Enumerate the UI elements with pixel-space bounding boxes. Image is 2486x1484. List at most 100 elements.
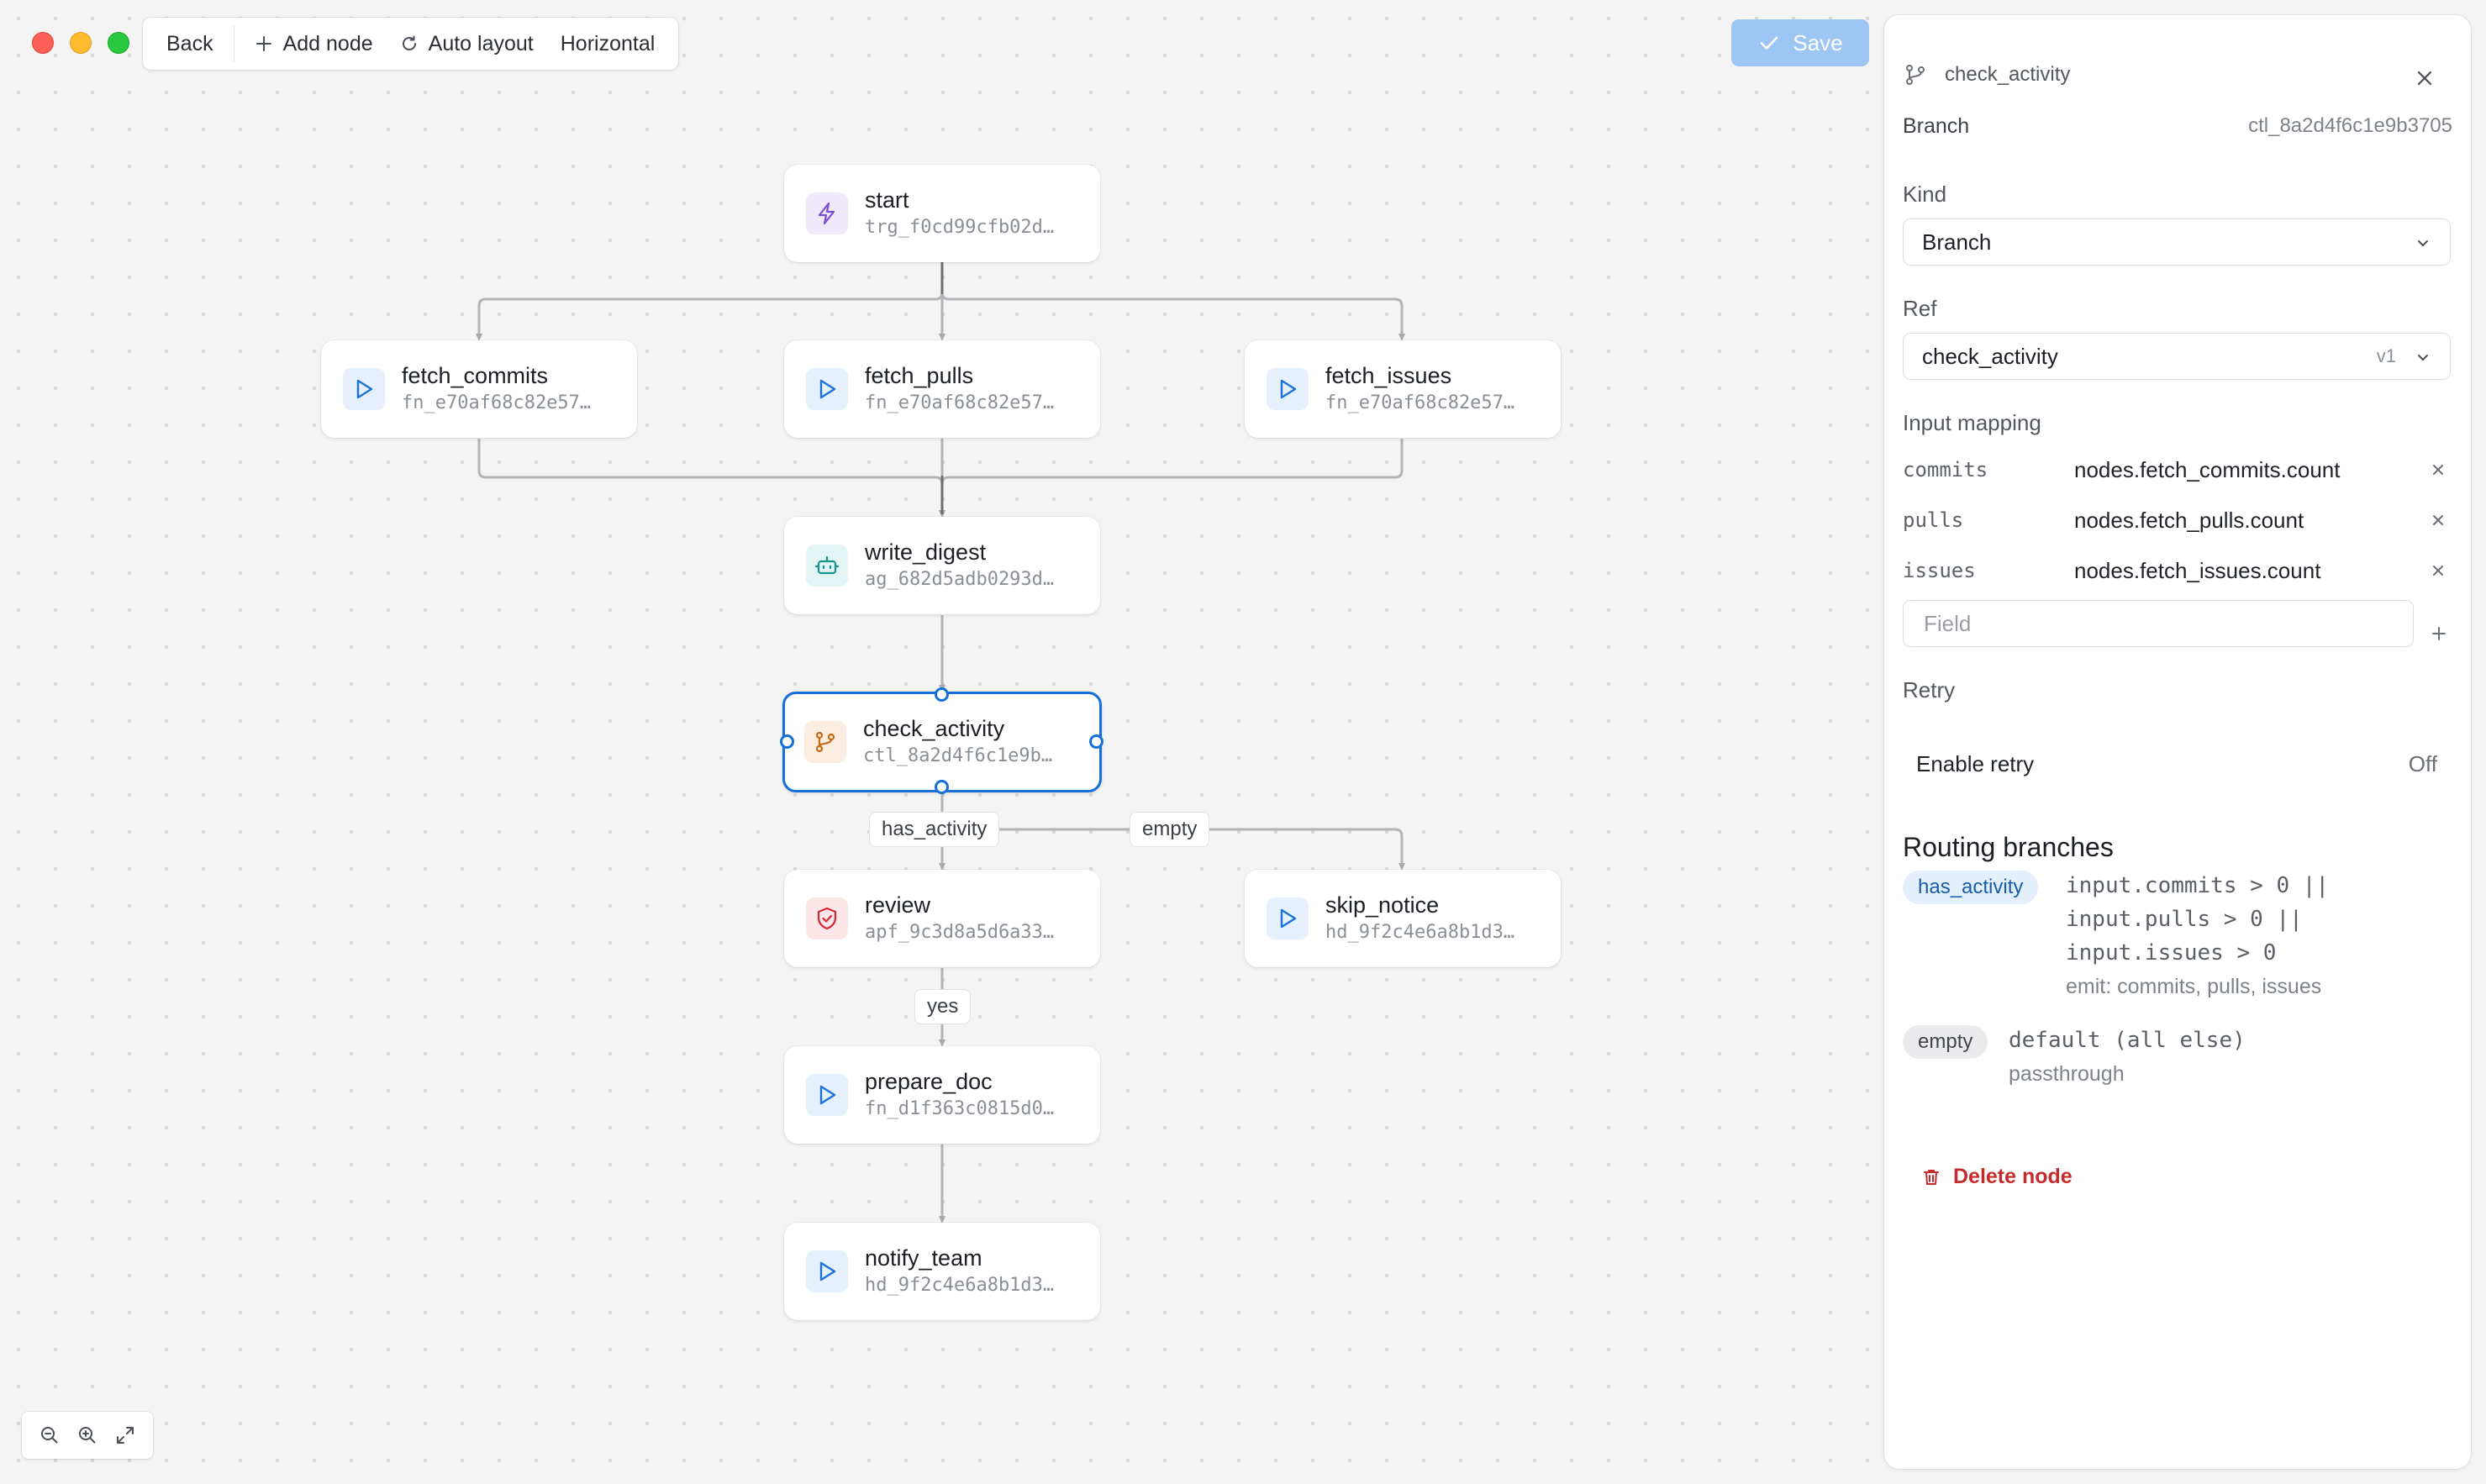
node-id: fn_e70af68c82e57… — [1325, 392, 1515, 413]
mapping-key: commits — [1903, 458, 1988, 482]
edge-label-text: empty — [1142, 818, 1198, 840]
ref-select[interactable]: check_activity v1 — [1903, 333, 2451, 380]
node-ref-id: ctl_8a2d4f6c1e9b3705 — [2248, 114, 2452, 137]
node-start[interactable]: start trg_f0cd99cfb02d… — [784, 165, 1100, 262]
branch-chip-has-activity[interactable]: has_activity — [1903, 871, 2039, 904]
chevron-down-icon — [2418, 240, 2428, 246]
edge-label-has-activity[interactable]: has_activity — [869, 812, 1000, 847]
edge-label-text: has_activity — [882, 818, 988, 840]
node-name: fetch_issues — [1325, 363, 1452, 388]
mapping-key: issues — [1903, 559, 1976, 582]
node-id: hd_9f2c4e6a8b1d3… — [865, 1275, 1055, 1296]
play-icon — [806, 368, 848, 410]
node-write-digest[interactable]: write_digest ag_682d5adb0293d… — [784, 517, 1100, 614]
edge-fetch-commits-write-digest[interactable] — [477, 439, 945, 518]
node-notify-team[interactable]: notify_team hd_9f2c4e6a8b1d3… — [784, 1223, 1100, 1320]
edge-label-text: yes — [927, 995, 959, 1018]
condition-line: default (all else) — [2009, 1028, 2246, 1053]
node-handle-right[interactable] — [1089, 734, 1103, 749]
ref-label: Ref — [1903, 296, 1937, 321]
routing-branches-heading: Routing branches — [1903, 832, 2114, 862]
mapping-value[interactable]: nodes.fetch_pulls.count — [2074, 508, 2429, 534]
condition-line: input.commits > 0 || — [2066, 873, 2330, 898]
node-fetch-commits[interactable]: fetch_commits fn_e70af68c82e57… — [321, 340, 637, 438]
node-type-label: Branch — [1903, 114, 1970, 138]
node-fetch-pulls[interactable]: fetch_pulls fn_e70af68c82e57… — [784, 340, 1100, 438]
play-icon — [343, 368, 385, 410]
panel-header: check_activity — [1903, 62, 2070, 87]
mapping-value[interactable]: nodes.fetch_issues.count — [2074, 558, 2429, 584]
node-handle-left[interactable] — [780, 734, 794, 749]
zoom-controls — [22, 1412, 153, 1459]
node-name: notify_team — [865, 1245, 982, 1271]
lightning-icon — [806, 192, 848, 234]
node-handle-top[interactable] — [935, 687, 949, 702]
mapping-value[interactable]: nodes.fetch_commits.count — [2074, 457, 2429, 483]
mapping-row: pulls nodes.fetch_pulls.count — [1903, 501, 2451, 539]
node-name: prepare_doc — [865, 1069, 993, 1094]
fit-view-icon[interactable] — [114, 1424, 136, 1446]
node-name: check_activity — [863, 716, 1005, 741]
node-handle-bottom[interactable] — [935, 780, 949, 794]
mapping-key: pulls — [1903, 508, 1964, 532]
node-id: trg_f0cd99cfb02d… — [865, 217, 1055, 238]
shield-icon — [806, 897, 848, 939]
condition-line: input.issues > 0 — [2066, 940, 2277, 966]
branch-condition: default (all else) passthrough — [2009, 1024, 2246, 1091]
node-skip-notice[interactable]: skip_notice hd_9f2c4e6a8b1d3… — [1245, 870, 1561, 967]
new-field-input[interactable]: Field — [1903, 600, 2414, 647]
retry-label: Retry — [1903, 677, 1956, 703]
node-name: fetch_pulls — [865, 363, 974, 388]
input-mapping-label: Input mapping — [1903, 410, 2041, 435]
edge-label-empty[interactable]: empty — [1130, 812, 1210, 847]
branch-icon — [804, 721, 846, 763]
enable-retry-label: Enable retry — [1916, 751, 2035, 776]
inspector-panel: check_activity Branch ctl_8a2d4f6c1e9b37… — [1884, 15, 2471, 1469]
branch-chip-empty[interactable]: empty — [1903, 1025, 1988, 1059]
branch-emit: emit: commits, pulls, issues — [2066, 975, 2322, 998]
mapping-row: issues nodes.fetch_issues.count — [1903, 551, 2451, 590]
chevron-down-icon — [2418, 355, 2428, 360]
node-id: fn_e70af68c82e57… — [865, 392, 1055, 413]
plus-icon[interactable] — [2429, 624, 2449, 644]
play-icon — [806, 1074, 848, 1116]
node-id: apf_9c3d8a5d6a33… — [865, 922, 1055, 943]
node-check-activity[interactable]: check_activity ctl_8a2d4f6c1e9b… — [782, 692, 1102, 792]
remove-mapping-icon[interactable] — [2429, 561, 2447, 580]
edge-label-yes[interactable]: yes — [914, 989, 972, 1024]
retry-state: Off — [2408, 751, 2437, 776]
field-placeholder: Field — [1924, 610, 1972, 636]
kind-select[interactable]: Branch — [1903, 218, 2451, 266]
ref-version: v1 — [2376, 345, 2396, 366]
kind-label: Kind — [1903, 182, 1947, 207]
node-prepare-doc[interactable]: prepare_doc fn_d1f363c0815d0… — [784, 1046, 1100, 1144]
node-id: hd_9f2c4e6a8b1d3… — [1325, 922, 1515, 943]
node-review[interactable]: review apf_9c3d8a5d6a33… — [784, 870, 1100, 967]
node-name: fetch_commits — [402, 363, 549, 388]
node-id: ctl_8a2d4f6c1e9b… — [863, 745, 1053, 766]
play-icon — [1267, 368, 1309, 410]
branch-condition: input.commits > 0 || input.pulls > 0 || … — [2066, 869, 2329, 1003]
branch-name: empty — [1918, 1030, 1973, 1053]
mapping-row: commits nodes.fetch_commits.count — [1903, 450, 2451, 489]
panel-title: check_activity — [1945, 63, 2071, 86]
node-fetch-issues[interactable]: fetch_issues fn_e70af68c82e57… — [1245, 340, 1561, 438]
close-icon[interactable] — [2412, 66, 2437, 91]
delete-node-label: Delete node — [1953, 1165, 2073, 1188]
node-name: start — [865, 187, 909, 213]
play-icon — [1267, 897, 1309, 939]
edge-fetch-issues-write-digest[interactable] — [939, 439, 1404, 518]
remove-mapping-icon[interactable] — [2429, 511, 2447, 529]
enable-retry-toggle[interactable]: Enable retry Off — [1916, 751, 2437, 777]
edge-start-fetch-commits[interactable] — [476, 262, 944, 341]
branch-emit: passthrough — [2009, 1062, 2125, 1086]
delete-node-button[interactable]: Delete node — [1921, 1165, 2073, 1189]
condition-line: input.pulls > 0 || — [2066, 907, 2303, 932]
remove-mapping-icon[interactable] — [2429, 460, 2447, 479]
play-icon — [806, 1250, 848, 1292]
branch-name: has_activity — [1918, 876, 2024, 898]
zoom-out-icon[interactable] — [39, 1424, 61, 1446]
edge-start-fetch-issues[interactable] — [940, 262, 1405, 341]
node-name: write_digest — [865, 539, 987, 565]
zoom-in-icon[interactable] — [76, 1424, 98, 1446]
